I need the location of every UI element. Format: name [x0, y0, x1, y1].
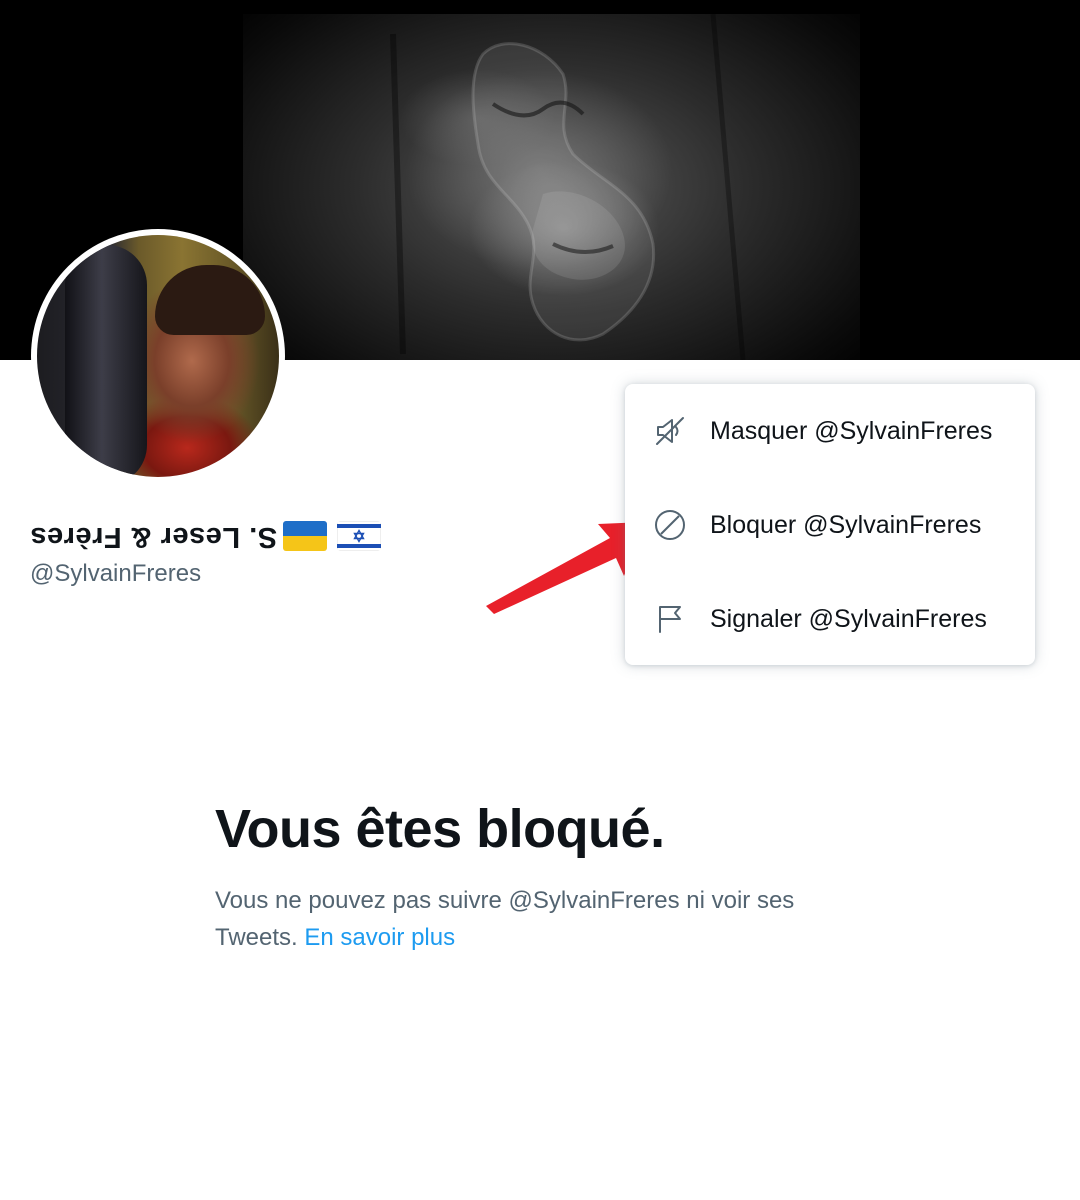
profile-page: S. Leser & Frères @SylvainFreres Masquer…	[0, 0, 1080, 1200]
menu-item-mute-label: Masquer @SylvainFreres	[710, 416, 993, 445]
learn-more-link[interactable]: En savoir plus	[304, 924, 455, 951]
profile-more-menu: Masquer @SylvainFreres Bloquer @SylvainF…	[625, 384, 1035, 665]
flag-icon	[653, 602, 687, 636]
blocked-description: Vous ne pouvez pas suivre @SylvainFreres…	[215, 882, 875, 956]
menu-item-mute[interactable]: Masquer @SylvainFreres	[625, 384, 1035, 478]
banner-photo	[243, 14, 860, 360]
avatar-photo	[37, 235, 279, 477]
blocked-description-text: Vous ne pouvez pas suivre @SylvainFreres…	[215, 887, 795, 951]
menu-item-block-label: Bloquer @SylvainFreres	[710, 510, 982, 539]
display-name: S. Leser & Frères	[30, 514, 382, 558]
ukraine-flag-icon	[283, 521, 328, 551]
avatar[interactable]	[31, 229, 285, 483]
menu-item-report[interactable]: Signaler @SylvainFreres	[625, 572, 1035, 666]
menu-item-report-label: Signaler @SylvainFreres	[710, 604, 987, 633]
menu-item-block[interactable]: Bloquer @SylvainFreres	[625, 478, 1035, 572]
blocked-title: Vous êtes bloqué.	[215, 799, 665, 859]
israel-flag-icon	[337, 521, 382, 551]
block-icon	[653, 508, 687, 542]
profile-handle: @SylvainFreres	[30, 560, 202, 587]
mute-speaker-icon	[653, 414, 687, 448]
display-name-text: S. Leser & Frères	[30, 520, 278, 553]
